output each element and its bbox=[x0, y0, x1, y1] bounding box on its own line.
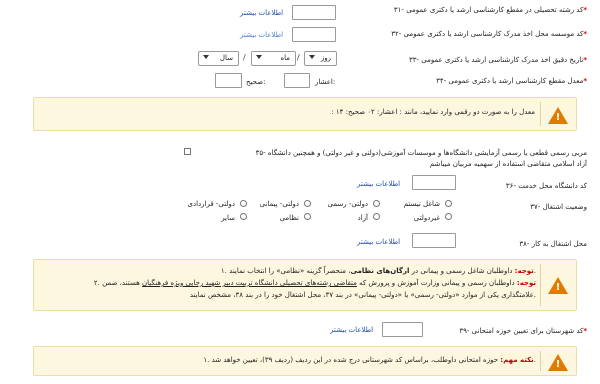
gpa-format-warning: ! : معدل را به صورت دو رقمی وارد نمایید،… bbox=[33, 97, 577, 131]
required-mark: * bbox=[583, 327, 587, 335]
q36-more-info-link[interactable]: اطلاعات بیشتر bbox=[357, 180, 400, 188]
q31-label: ۳۱- کد رشته تحصیلی در مقطع کارشناسی ارشد… bbox=[393, 6, 587, 14]
q35-label-line2: آزاد اسلامی متقاضی استفاده از سهمیه مربی… bbox=[429, 160, 587, 168]
q39-more-info-link[interactable]: اطلاعات بیشتر bbox=[330, 326, 373, 334]
ashar-label: اعشار: bbox=[315, 78, 336, 86]
q36-input[interactable] bbox=[412, 175, 456, 190]
radio-non-gov[interactable] bbox=[445, 213, 452, 220]
radio-freelance[interactable] bbox=[373, 213, 380, 220]
radio-not-employed[interactable] bbox=[445, 200, 452, 207]
chevron-down-icon bbox=[203, 55, 209, 59]
q33-label: ۳۳- تاریخ دقیق اخذ مدرک کارشناسی ارشد یا… bbox=[408, 56, 587, 64]
required-mark: * bbox=[583, 77, 587, 85]
q38-label: ۳۸- محل اشتغال به کار bbox=[519, 240, 587, 248]
option-label: دولتی- پیمانی bbox=[259, 200, 299, 208]
instructor-quota-checkbox[interactable] bbox=[184, 148, 191, 155]
required-mark: * bbox=[583, 56, 587, 64]
chevron-down-icon bbox=[256, 55, 262, 59]
q39-input[interactable] bbox=[382, 322, 423, 337]
sahih-label: صحیح: bbox=[246, 78, 266, 86]
q39-label: ۳۹- کد شهرستان برای تعیین حوزه امتحانی* bbox=[459, 327, 587, 335]
month-select[interactable]: ماه bbox=[251, 51, 296, 66]
option-label: سایر bbox=[221, 214, 235, 222]
option-label: غیردولتی bbox=[413, 214, 440, 222]
q36-label: ۳۶- کد دانشگاه محل خدمت bbox=[505, 182, 587, 190]
q32-input[interactable] bbox=[292, 27, 336, 42]
option-label: دولتی- رسمی bbox=[327, 200, 368, 208]
q32-label: ۳۲- کد موسسه محل اخذ مدرک کارشناسی ارشد … bbox=[391, 30, 587, 38]
radio-gov-temporary[interactable] bbox=[240, 200, 247, 207]
year-select[interactable]: سال bbox=[198, 51, 239, 66]
required-mark: * bbox=[583, 6, 587, 14]
option-label: نظامی bbox=[279, 214, 299, 222]
gpa-integer-input[interactable] bbox=[215, 73, 242, 88]
q35-label-line1: ۳۵- مربی رسمی قطعی یا رسمی آزمایشی دانشگ… bbox=[255, 149, 587, 157]
radio-gov-contractual[interactable] bbox=[304, 200, 311, 207]
exam-region-warning: ! ۱. نکته مهم: حوزه امتحانی داوطلب، براس… bbox=[33, 346, 577, 376]
note-2: ۲. توجه: داوطلبان رسمی و پیمانی وزارت آم… bbox=[93, 279, 536, 287]
radio-gov-official[interactable] bbox=[373, 200, 380, 207]
q34-label: ۳۴- معدل مقطع کارشناسی ارشد یا دکتری عمو… bbox=[436, 77, 587, 85]
radio-other[interactable] bbox=[240, 213, 247, 220]
q32-more-info-link[interactable]: اطلاعات بیشتر bbox=[240, 31, 283, 39]
required-mark: * bbox=[583, 30, 587, 38]
q38-input[interactable] bbox=[412, 233, 456, 248]
option-label: شاغل نیستم bbox=[403, 200, 440, 208]
gpa-decimal-input[interactable] bbox=[284, 73, 310, 88]
warning-text: : معدل را به صورت دو رقمی وارد نمایید، م… bbox=[331, 108, 535, 116]
option-label: دولتی- قراردادی bbox=[187, 200, 235, 208]
note-1: ۱. توجه: داوطلبان شاغل رسمی و پیمانی در … bbox=[220, 267, 536, 275]
employment-notes-warning: ! ۱. توجه: داوطلبان شاغل رسمی و پیمانی د… bbox=[33, 259, 577, 311]
q31-input[interactable] bbox=[292, 5, 336, 20]
date-separator: / bbox=[243, 53, 246, 62]
important-note: ۱. نکته مهم: حوزه امتحانی داوطلب، براساس… bbox=[203, 356, 536, 364]
date-separator: / bbox=[297, 53, 300, 62]
chevron-down-icon bbox=[309, 55, 315, 59]
day-select[interactable]: روز bbox=[304, 51, 337, 66]
q38-more-info-link[interactable]: اطلاعات بیشتر bbox=[357, 238, 400, 246]
q37-label: ۳۷- وضعیت اشتغال bbox=[530, 203, 587, 211]
radio-military[interactable] bbox=[304, 213, 311, 220]
q31-more-info-link[interactable]: اطلاعات بیشتر bbox=[240, 9, 283, 17]
option-label: آزاد bbox=[357, 214, 368, 222]
note-2-continued: علامتگذاری یکی از موارد «دولتی- رسمی» یا… bbox=[189, 291, 536, 299]
